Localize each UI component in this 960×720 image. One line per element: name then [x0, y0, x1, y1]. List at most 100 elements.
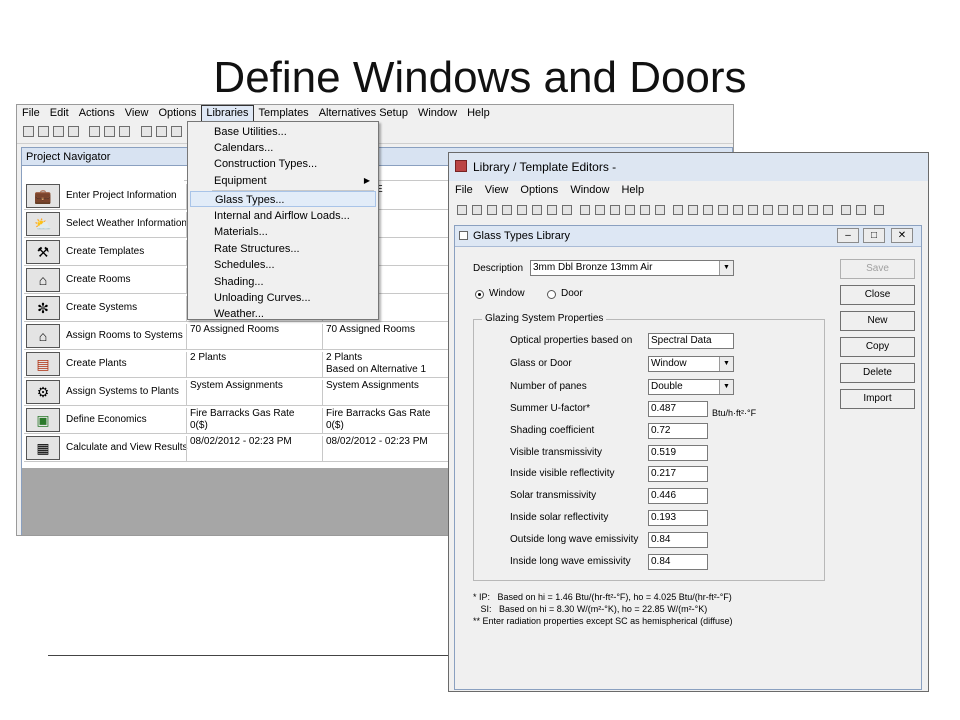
tool-icon[interactable]	[748, 205, 758, 215]
lib-menu-options[interactable]: Options	[514, 181, 564, 199]
row-label[interactable]: Calculate and View Results	[66, 434, 188, 462]
tool-icon[interactable]	[141, 126, 152, 137]
delete-button[interactable]: Delete	[840, 363, 915, 383]
menu-actions[interactable]: Actions	[74, 105, 120, 123]
briefcase-icon[interactable]: 💼	[26, 184, 60, 208]
menu-window[interactable]: Window	[413, 105, 462, 123]
tool-icon[interactable]	[171, 126, 182, 137]
menu-item-shading[interactable]: Shading...	[190, 274, 376, 290]
menu-item-unloading-curves[interactable]: Unloading Curves...	[190, 290, 376, 306]
shading-coefficient-field[interactable]: 0.72	[648, 423, 708, 439]
tool-icon[interactable]	[655, 205, 665, 215]
menu-edit[interactable]: Edit	[45, 105, 74, 123]
window-radio-label[interactable]: Window	[489, 288, 525, 299]
description-combo[interactable]: 3mm Dbl Bronze 13mm Air ▼	[530, 260, 734, 276]
solar-transmissivity-field[interactable]: 0.446	[648, 488, 708, 504]
u-factor-field[interactable]: 0.487	[648, 401, 708, 417]
tool-icon[interactable]	[595, 205, 605, 215]
inside-visible-reflectivity-field[interactable]: 0.217	[648, 466, 708, 482]
lib-menu-help[interactable]: Help	[615, 181, 650, 199]
tool-icon[interactable]	[841, 205, 851, 215]
copy-icon[interactable]	[104, 126, 115, 137]
tool-icon[interactable]	[640, 205, 650, 215]
tool-icon[interactable]	[718, 205, 728, 215]
outside-emissivity-field[interactable]: 0.84	[648, 532, 708, 548]
tool-icon[interactable]	[547, 205, 557, 215]
tool-icon[interactable]	[703, 205, 713, 215]
new-icon[interactable]	[23, 126, 34, 137]
menu-file[interactable]: File	[17, 105, 45, 123]
tool-icon[interactable]	[580, 205, 590, 215]
menu-item-weather[interactable]: Weather...	[190, 306, 376, 322]
maximize-icon[interactable]: □	[863, 228, 885, 243]
lib-menu-file[interactable]: File	[449, 181, 479, 199]
menu-item-rate-structures[interactable]: Rate Structures...	[190, 241, 376, 257]
menu-help[interactable]: Help	[462, 105, 495, 123]
plant-icon[interactable]: ▤	[26, 352, 60, 376]
menu-item-equipment[interactable]: Equipment ▶	[190, 173, 376, 189]
tool-icon[interactable]	[457, 205, 467, 215]
house-icon[interactable]: ⌂	[26, 268, 60, 292]
inside-solar-reflectivity-field[interactable]: 0.193	[648, 510, 708, 526]
save-icon[interactable]	[53, 126, 64, 137]
tool-icon[interactable]	[472, 205, 482, 215]
row-label[interactable]: Select Weather Information	[66, 210, 187, 238]
open-icon[interactable]	[38, 126, 49, 137]
tool-icon[interactable]	[823, 205, 833, 215]
chevron-down-icon[interactable]: ▼	[719, 380, 733, 394]
menu-item-construction-types[interactable]: Construction Types...	[190, 156, 376, 172]
tool-icon[interactable]	[517, 205, 527, 215]
tool-icon[interactable]	[778, 205, 788, 215]
row-label[interactable]: Enter Project Information	[66, 182, 177, 210]
print-icon[interactable]	[68, 126, 79, 137]
import-button[interactable]: Import	[840, 389, 915, 409]
chevron-down-icon[interactable]: ▼	[719, 261, 733, 275]
money-icon[interactable]: ▣	[26, 408, 60, 432]
help-icon[interactable]	[874, 205, 884, 215]
tool-icon[interactable]	[673, 205, 683, 215]
tool-icon[interactable]	[532, 205, 542, 215]
lib-menu-window[interactable]: Window	[564, 181, 615, 199]
lib-menu-view[interactable]: View	[479, 181, 515, 199]
tool-icon[interactable]	[487, 205, 497, 215]
tool-icon[interactable]	[856, 205, 866, 215]
tool-icon[interactable]	[793, 205, 803, 215]
row-label[interactable]: Define Economics	[66, 406, 147, 434]
fan-icon[interactable]: ✼	[26, 296, 60, 320]
menu-item-internal-airflow-loads[interactable]: Internal and Airflow Loads...	[190, 208, 376, 224]
close-icon[interactable]: ✕	[891, 228, 913, 243]
optical-field[interactable]: Spectral Data	[648, 333, 734, 349]
tool-icon[interactable]	[763, 205, 773, 215]
tool-icon[interactable]	[156, 126, 167, 137]
menu-view[interactable]: View	[120, 105, 154, 123]
tool-icon[interactable]	[625, 205, 635, 215]
row-label[interactable]: Create Templates	[66, 238, 144, 266]
menu-item-schedules[interactable]: Schedules...	[190, 257, 376, 273]
cut-icon[interactable]	[89, 126, 100, 137]
tool-icon[interactable]	[733, 205, 743, 215]
close-button[interactable]: Close	[840, 285, 915, 305]
menu-item-calendars[interactable]: Calendars...	[190, 140, 376, 156]
window-radio[interactable]	[475, 290, 484, 299]
menu-item-materials[interactable]: Materials...	[190, 224, 376, 240]
row-label[interactable]: Create Systems	[66, 294, 137, 322]
save-button[interactable]: Save	[840, 259, 915, 279]
menu-item-glass-types[interactable]: Glass Types...	[190, 191, 376, 207]
tool-icon[interactable]	[688, 205, 698, 215]
door-radio-label[interactable]: Door	[561, 288, 583, 299]
tool-icon[interactable]	[502, 205, 512, 215]
door-radio[interactable]	[547, 290, 556, 299]
row-label[interactable]: Create Plants	[66, 350, 127, 378]
menu-item-base-utilities[interactable]: Base Utilities...	[190, 124, 376, 140]
chevron-down-icon[interactable]: ▼	[719, 357, 733, 371]
tool-icon[interactable]	[562, 205, 572, 215]
row-label[interactable]: Create Rooms	[66, 266, 130, 294]
weather-icon[interactable]: ⛅	[26, 212, 60, 236]
visible-transmissivity-field[interactable]: 0.519	[648, 445, 708, 461]
tool-icon[interactable]	[610, 205, 620, 215]
row-label[interactable]: Assign Rooms to Systems	[66, 322, 183, 350]
glass-or-door-combo[interactable]: Window ▼	[648, 356, 734, 372]
calculator-icon[interactable]: ▦	[26, 436, 60, 460]
minimize-icon[interactable]: –	[837, 228, 859, 243]
system-plant-icon[interactable]: ⚙	[26, 380, 60, 404]
